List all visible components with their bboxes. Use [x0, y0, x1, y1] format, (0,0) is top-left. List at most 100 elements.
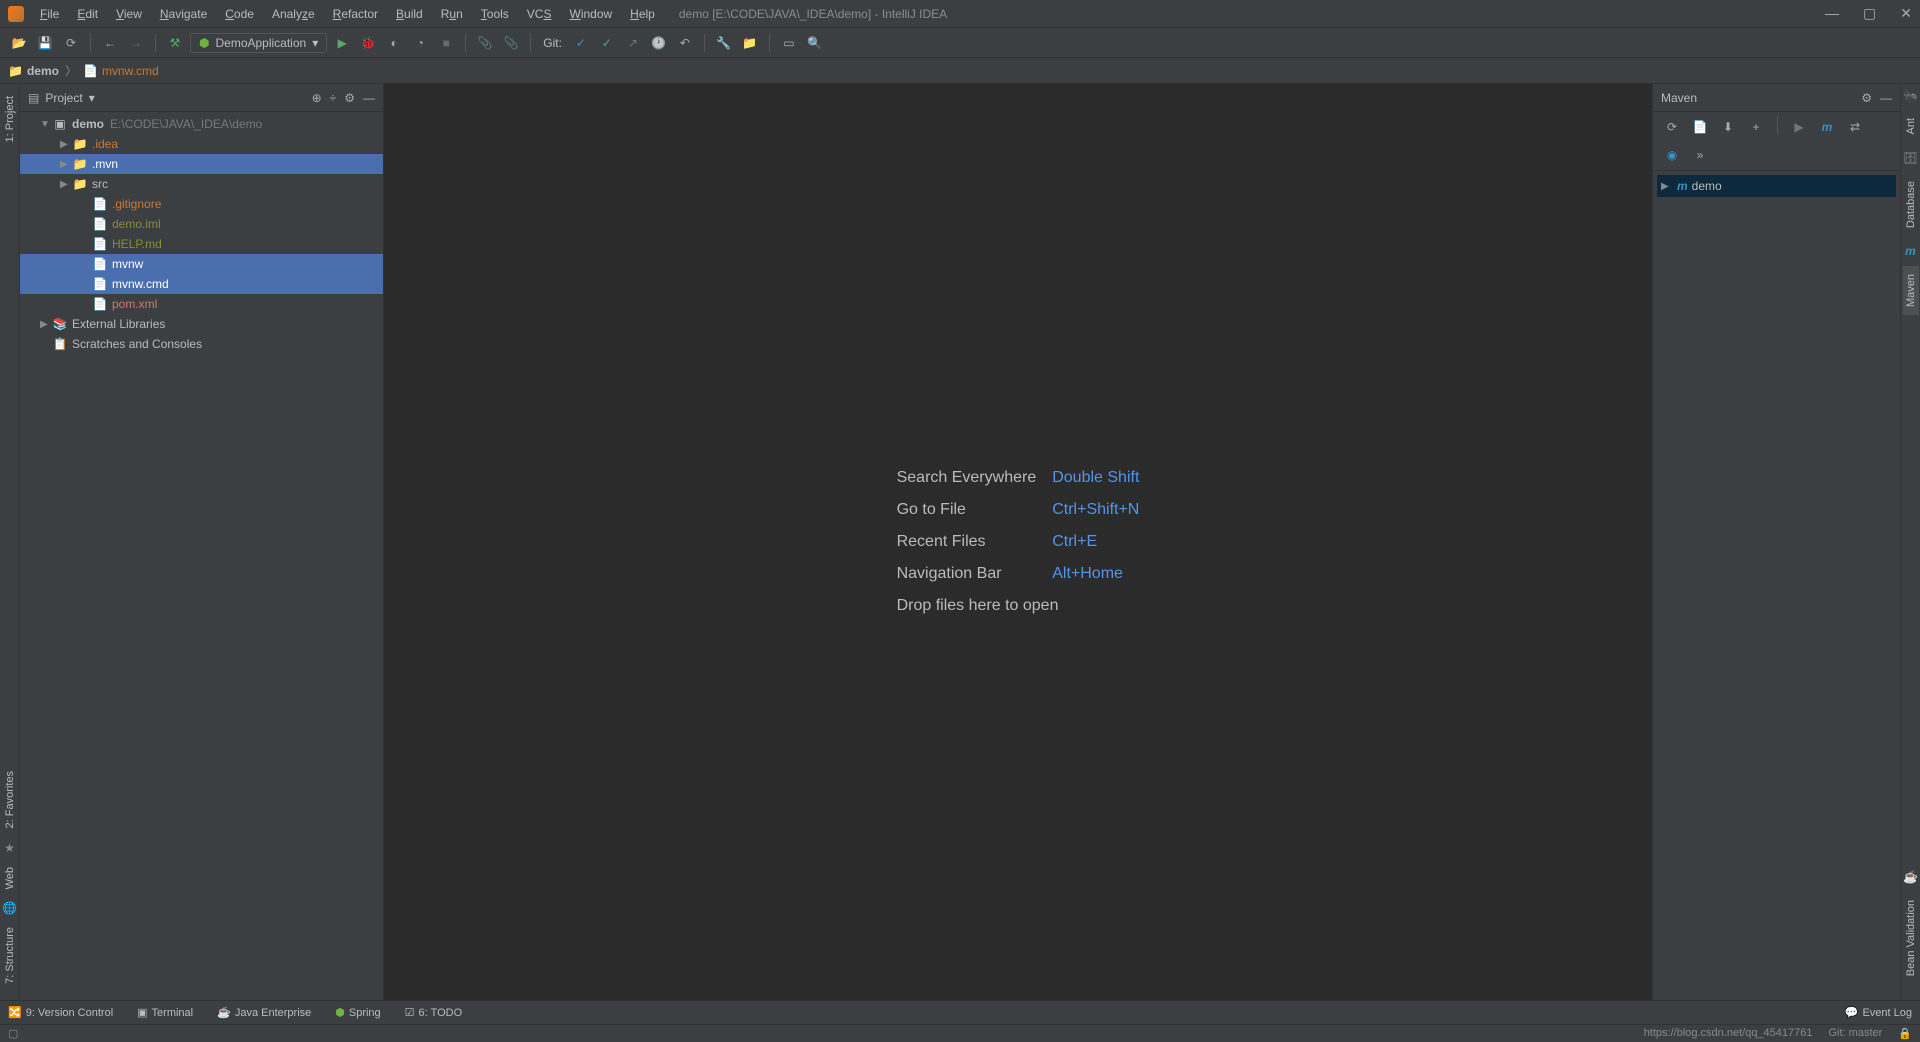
run-config-selector[interactable]: ⬢ DemoApplication ▾: [190, 33, 327, 53]
tree-item-src[interactable]: 📁src: [20, 174, 383, 194]
git-update-icon[interactable]: ✓: [570, 32, 592, 54]
tab-java-enterprise[interactable]: ☕ Java Enterprise: [217, 1006, 311, 1019]
expand-arrow-icon[interactable]: [60, 159, 72, 170]
tree-item-label: .mvn: [92, 157, 118, 171]
tree-root[interactable]: ▣ demo E:\CODE\JAVA\_IDEA\demo: [20, 114, 383, 134]
menu-file[interactable]: File: [32, 3, 67, 25]
reimport-icon[interactable]: ⟳: [1661, 116, 1683, 138]
editor-area[interactable]: Search Everywhere Double Shift Go to Fil…: [384, 84, 1652, 1000]
tab-structure[interactable]: 7: Structure: [2, 919, 18, 992]
tab-bean-validation[interactable]: Bean Validation: [1903, 892, 1919, 984]
project-structure-icon[interactable]: 📁: [739, 32, 761, 54]
expand-arrow-icon[interactable]: [40, 319, 52, 330]
tree-item-mvnw[interactable]: 📄mvnw: [20, 254, 383, 274]
hide-icon[interactable]: —: [363, 91, 375, 105]
add-icon[interactable]: +: [1745, 116, 1767, 138]
debug-button[interactable]: 🐞: [357, 32, 379, 54]
tab-project[interactable]: 1: Project: [2, 88, 18, 150]
breadcrumb-file[interactable]: 📄 mvnw.cmd: [83, 64, 159, 78]
tree-external-libraries[interactable]: 📚 External Libraries: [20, 314, 383, 334]
tab-maven[interactable]: Maven: [1903, 266, 1919, 315]
tab-todo[interactable]: ☑ 6: TODO: [405, 1006, 462, 1019]
settings-icon[interactable]: 🔧: [713, 32, 735, 54]
forward-icon[interactable]: →: [125, 32, 147, 54]
stop-icon[interactable]: ■: [435, 32, 457, 54]
run-button[interactable]: ▶: [331, 32, 353, 54]
tab-spring[interactable]: ⬢ Spring: [335, 1006, 380, 1019]
maven-project-row[interactable]: m demo: [1657, 175, 1896, 197]
run-maven-icon[interactable]: ▶: [1788, 116, 1810, 138]
project-view-icon: ▤: [28, 91, 39, 105]
lock-icon[interactable]: 🔒: [1898, 1027, 1912, 1040]
expand-arrow-icon[interactable]: [40, 119, 52, 130]
menu-refactor[interactable]: Refactor: [325, 3, 386, 25]
save-icon[interactable]: 💾: [34, 32, 56, 54]
menu-help[interactable]: Help: [622, 3, 663, 25]
menu-vcs[interactable]: VCS: [519, 3, 560, 25]
search-icon[interactable]: 🔍: [804, 32, 826, 54]
tab-database[interactable]: Database: [1903, 173, 1919, 236]
expand-arrow-icon[interactable]: [60, 179, 72, 190]
attach2-icon[interactable]: 📎: [500, 32, 522, 54]
expand-arrow-icon[interactable]: [60, 139, 72, 150]
hammer-icon[interactable]: ⚒: [164, 32, 186, 54]
generate-icon[interactable]: 📄: [1689, 116, 1711, 138]
tree-item-mvnw.cmd[interactable]: 📄mvnw.cmd: [20, 274, 383, 294]
layout-icon[interactable]: ▭: [778, 32, 800, 54]
menu-tools[interactable]: Tools: [473, 3, 517, 25]
tree-item-pom.xml[interactable]: 📄pom.xml: [20, 294, 383, 314]
tab-ant[interactable]: Ant: [1903, 110, 1919, 143]
tree-item-label: .gitignore: [112, 197, 161, 211]
menu-view[interactable]: View: [108, 3, 150, 25]
tree-item-.mvn[interactable]: 📁.mvn: [20, 154, 383, 174]
tab-web[interactable]: Web: [2, 859, 18, 897]
tab-terminal[interactable]: ▣ Terminal: [137, 1006, 193, 1019]
maximize-button[interactable]: ▢: [1863, 5, 1876, 22]
back-icon[interactable]: ←: [99, 32, 121, 54]
tree-item-HELP.md[interactable]: 📄HELP.md: [20, 234, 383, 254]
gear-icon[interactable]: ⚙: [344, 91, 355, 105]
menu-code[interactable]: Code: [217, 3, 262, 25]
offline-icon[interactable]: ◉: [1661, 144, 1683, 166]
tree-scratches[interactable]: 📋 Scratches and Consoles: [20, 334, 383, 354]
attach-icon[interactable]: 📎: [474, 32, 496, 54]
close-button[interactable]: ✕: [1900, 5, 1912, 22]
menu-navigate[interactable]: Navigate: [152, 3, 215, 25]
tab-event-log[interactable]: 💬 Event Log: [1845, 1006, 1912, 1019]
menu-window[interactable]: Window: [561, 3, 620, 25]
file-icon: 📄: [92, 257, 108, 271]
status-icon[interactable]: ▢: [8, 1027, 18, 1040]
sync-icon[interactable]: ⟳: [60, 32, 82, 54]
expand-arrow-icon[interactable]: [1661, 181, 1673, 192]
tree-item-.idea[interactable]: 📁.idea: [20, 134, 383, 154]
maven-title-label: Maven: [1661, 91, 1697, 105]
open-icon[interactable]: 📂: [8, 32, 30, 54]
gear-icon[interactable]: ⚙: [1861, 91, 1872, 105]
minimize-button[interactable]: —: [1825, 5, 1839, 22]
breadcrumb-root[interactable]: 📁 demo: [8, 64, 59, 78]
tree-item-demo.iml[interactable]: 📄demo.iml: [20, 214, 383, 234]
more-icon[interactable]: »: [1689, 144, 1711, 166]
git-push-icon[interactable]: ↗: [622, 32, 644, 54]
menu-build[interactable]: Build: [388, 3, 431, 25]
status-git-branch[interactable]: Git: master: [1829, 1027, 1883, 1040]
project-panel-title[interactable]: ▤ Project ▾: [28, 91, 95, 105]
profile-icon[interactable]: ◔: [409, 32, 431, 54]
tab-version-control[interactable]: 🔀 9: Version Control: [8, 1006, 113, 1019]
toggle-icon[interactable]: ⇄: [1844, 116, 1866, 138]
download-icon[interactable]: ⬇: [1717, 116, 1739, 138]
menu-edit[interactable]: Edit: [69, 3, 106, 25]
m-icon[interactable]: m: [1816, 116, 1838, 138]
hide-icon[interactable]: —: [1880, 91, 1892, 105]
window-title: demo [E:\CODE\JAVA\_IDEA\demo] - Intelli…: [679, 7, 947, 21]
target-icon[interactable]: ⊕: [312, 91, 322, 105]
tab-favorites[interactable]: 2: Favorites: [2, 763, 18, 836]
collapse-icon[interactable]: ÷: [330, 91, 337, 105]
git-revert-icon[interactable]: ↶: [674, 32, 696, 54]
menu-analyze[interactable]: Analyze: [264, 3, 323, 25]
menu-run[interactable]: Run: [433, 3, 471, 25]
git-history-icon[interactable]: 🕐: [648, 32, 670, 54]
git-commit-icon[interactable]: ✓: [596, 32, 618, 54]
coverage-icon[interactable]: ◐: [383, 32, 405, 54]
tree-item-.gitignore[interactable]: 📄.gitignore: [20, 194, 383, 214]
